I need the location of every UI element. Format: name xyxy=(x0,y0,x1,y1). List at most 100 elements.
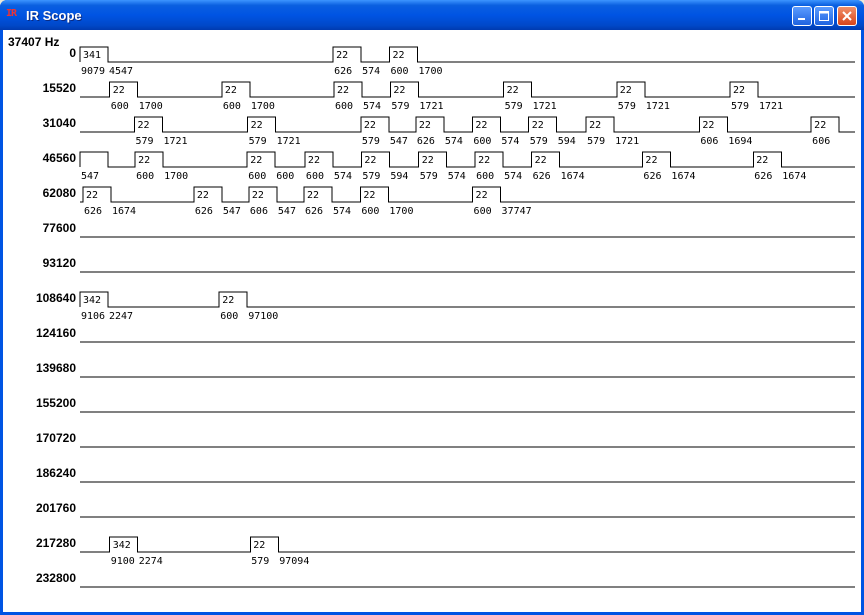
pulse-width-label: 22 xyxy=(86,190,98,201)
ir-trace-line xyxy=(79,291,855,308)
pulse-period-label: 626 xyxy=(84,206,102,217)
pulse-width-label: 22 xyxy=(225,85,237,96)
maximize-icon xyxy=(819,11,829,21)
space-duration-label: 574 xyxy=(504,171,522,182)
pulse-width-label: 22 xyxy=(336,50,348,61)
pulse-width-label: 22 xyxy=(363,190,375,201)
row-offset-label: 15520 xyxy=(43,81,77,95)
pulse-width-label: 22 xyxy=(364,155,376,166)
pulse-width-label: 22 xyxy=(307,190,319,201)
row-offset-label: 93120 xyxy=(43,256,77,270)
space-duration-label: 574 xyxy=(448,171,466,182)
space-duration-label: 97100 xyxy=(248,311,278,322)
close-icon xyxy=(842,11,852,21)
space-duration-label: 1674 xyxy=(112,206,136,217)
space-duration-label: 1721 xyxy=(646,101,670,112)
pulse-period-label: 579 xyxy=(135,136,153,147)
ir-waveform-plot: 37407 Hz 0 341 9079 4547 22 626 574 22 600 1700 155… xyxy=(8,35,855,588)
pulse-period-label: 600 xyxy=(223,101,241,112)
space-duration-label: 2274 xyxy=(139,556,163,567)
pulse-width-label: 22 xyxy=(475,120,487,131)
pulse-period-label: 606 xyxy=(700,136,718,147)
pulse-width-label: 22 xyxy=(393,85,405,96)
pulse-period-label: 579 xyxy=(362,171,380,182)
space-duration-label: 1674 xyxy=(782,171,806,182)
pulse-width-label: 22 xyxy=(364,120,376,131)
space-duration-label: 1700 xyxy=(164,171,188,182)
pulse-period-label: 606 xyxy=(812,136,830,147)
app-window: IR IR Scope 37407 Hz 0 341 9079 4547 22 626 574… xyxy=(0,0,864,615)
pulse-period-label: 579 xyxy=(251,556,269,567)
row-offset-label: 0 xyxy=(69,46,76,60)
pulse-period-label: 579 xyxy=(249,136,267,147)
pulse-width-label: 22 xyxy=(252,190,264,201)
space-duration-label: 1700 xyxy=(418,66,442,77)
space-duration-label: 2247 xyxy=(109,311,133,322)
space-duration-label: 1721 xyxy=(419,101,443,112)
pulse-period-label: 579 xyxy=(731,101,749,112)
minimize-button[interactable] xyxy=(792,6,812,26)
space-duration-label: 97094 xyxy=(279,556,309,567)
space-duration-label: 574 xyxy=(363,101,381,112)
space-duration-label: 600 xyxy=(276,171,294,182)
pulse-period-label: 600 xyxy=(306,171,324,182)
row-offset-label: 201760 xyxy=(36,501,76,515)
pulse-width-label: 22 xyxy=(589,120,601,131)
space-duration-label: 1721 xyxy=(759,101,783,112)
pulse-period-label: 579 xyxy=(391,101,409,112)
space-duration-label: 1721 xyxy=(533,101,557,112)
minimize-icon xyxy=(798,18,805,20)
window-title: IR Scope xyxy=(26,8,82,23)
space-duration-label: 574 xyxy=(362,66,380,77)
pulse-width-label: 22 xyxy=(702,120,714,131)
row-offset-label: 217280 xyxy=(36,536,76,550)
pulse-period-label: 626 xyxy=(334,66,352,77)
row-offset-label: 77600 xyxy=(43,221,77,235)
pulse-period-label: 626 xyxy=(754,171,772,182)
row-offset-label: 108640 xyxy=(36,291,76,305)
pulse-period-label: 600 xyxy=(361,206,379,217)
space-duration-label: 574 xyxy=(334,171,352,182)
space-duration-label: 574 xyxy=(501,136,519,147)
space-duration-label: 594 xyxy=(558,136,576,147)
pulse-width-label: 22 xyxy=(535,155,547,166)
pulse-period-label: 600 xyxy=(476,171,494,182)
pulse-width-label: 22 xyxy=(138,155,150,166)
pulse-period-label: 600 xyxy=(136,171,154,182)
space-duration-label: 1674 xyxy=(561,171,585,182)
pulse-period-label: 626 xyxy=(417,136,435,147)
pulse-period-label: 600 xyxy=(474,206,492,217)
pulse-period-label: 626 xyxy=(195,206,213,217)
pulse-width-label: 22 xyxy=(422,155,434,166)
space-duration-label: 1674 xyxy=(671,171,695,182)
pulse-period-label: 626 xyxy=(643,171,661,182)
pulse-width-label: 342 xyxy=(83,295,101,306)
ir-app-icon: IR xyxy=(6,8,17,19)
row-offset-label: 186240 xyxy=(36,466,76,480)
pulse-width-label: 22 xyxy=(253,540,265,551)
pulse-width-label: 22 xyxy=(222,295,234,306)
pulse-period-label: 579 xyxy=(618,101,636,112)
title-bar[interactable]: IR IR Scope xyxy=(0,0,864,30)
frequency-label: 37407 Hz xyxy=(8,35,59,49)
pulse-width-label: 22 xyxy=(814,120,826,131)
pulse-period-label: 600 xyxy=(390,66,408,77)
close-button[interactable] xyxy=(837,6,857,26)
space-duration-label: 37747 xyxy=(502,206,532,217)
ir-trace-line xyxy=(79,46,855,63)
pulse-width-label: 22 xyxy=(507,85,519,96)
space-duration-label: 4547 xyxy=(109,66,133,77)
pulse-width-label: 22 xyxy=(392,50,404,61)
pulse-period-label: 9106 xyxy=(81,311,105,322)
pulse-period-label: 547 xyxy=(81,171,99,182)
pulse-period-label: 579 xyxy=(587,136,605,147)
pulse-width-label: 342 xyxy=(113,540,131,551)
pulse-period-label: 626 xyxy=(533,171,551,182)
pulse-width-label: 22 xyxy=(476,190,488,201)
pulse-width-label: 22 xyxy=(251,120,263,131)
space-duration-label: 1700 xyxy=(251,101,275,112)
pulse-width-label: 22 xyxy=(337,85,349,96)
pulse-period-label: 600 xyxy=(111,101,129,112)
maximize-button[interactable] xyxy=(814,6,834,26)
pulse-width-label: 22 xyxy=(137,120,149,131)
